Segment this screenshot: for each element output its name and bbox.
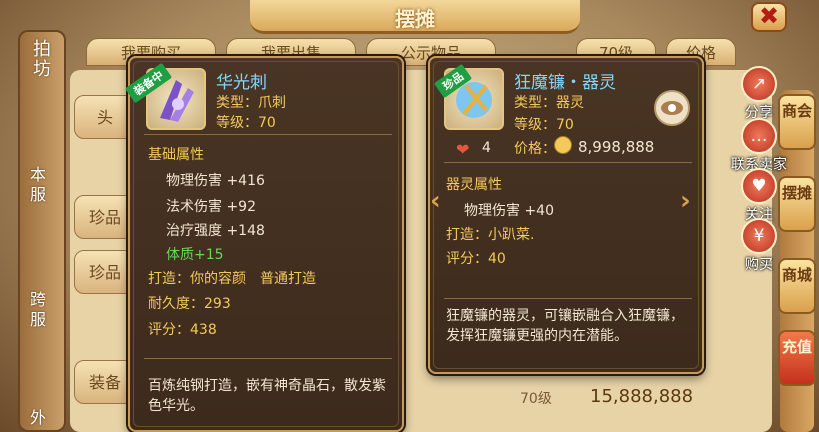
attr-bonus: 体质+15 [166,247,224,263]
price-label: 价格： [514,141,556,157]
equipped-item-panel: 装备中 华光刺 类型：爪刺 等级：70 基础属性 物理伤害 +416 法术伤害 … [124,56,404,432]
divider [444,298,692,299]
list-item[interactable]: 70级 15,888,888 [410,380,750,420]
durability: 耐久度：293 [148,296,231,312]
heart-icon: ❤ [456,140,470,159]
item-description: 狂魔镰的器灵，可镶嵌融合入狂魔镰，发挥狂魔镰更强的内在潜能。 [446,308,684,344]
market-item-panel: 珍品 狂魔镰・器灵 类型：器灵 等级：70 ❤ 4 价格： 8,998,888 … [428,56,704,374]
like-count: 4 [482,140,491,156]
item-name: 华光刺 [216,73,267,93]
contact-seller-button[interactable]: … 联系卖家 [731,118,787,174]
item-level: 等级：70 [216,115,276,131]
item-type: 类型：器灵 [514,95,584,111]
tab-server-local[interactable]: 本服 [26,165,50,205]
item-name: 狂魔镰・器灵 [514,73,616,93]
heart-icon: ♥ [741,168,777,204]
left-rail [18,30,66,432]
coin-icon [554,136,572,154]
attr-physical: 物理伤害 +416 [166,173,265,189]
section-title: 器灵属性 [446,177,502,193]
item-type: 类型：爪刺 [216,95,286,111]
divider [144,134,392,135]
tab-server-cross[interactable]: 跨服 [26,290,50,330]
attr-magic: 法术伤害 +92 [166,199,256,215]
share-button[interactable]: ↗ 分享 [737,66,781,122]
buy-button[interactable]: ¥ 购买 [737,218,781,274]
chat-icon: … [741,118,777,154]
close-button[interactable]: ✖ [751,2,787,32]
item-description: 百炼纯钢打造，嵌有神奇晶石，散发紫色华光。 [148,378,386,414]
attr-physical: 物理伤害 +40 [464,203,554,219]
divider [144,358,392,359]
score: 评分：438 [148,322,217,338]
attr-heal: 治疗强度 +148 [166,223,265,239]
score: 评分：40 [446,251,506,267]
divider [444,162,692,163]
category-item[interactable]: 珍品 [74,250,136,294]
category-item[interactable]: 头 [74,95,136,139]
craft-info: 打造：小趴菜. [446,227,535,243]
eye-icon[interactable] [654,90,690,126]
follow-button[interactable]: ♥ 关注 [737,168,781,224]
section-title: 基础属性 [148,147,204,163]
row-level: 70级 [520,391,552,407]
price-value: 8,998,888 [578,138,655,156]
category-item[interactable]: 装备 [74,360,136,404]
category-item[interactable]: 珍品 [74,195,136,239]
tab-other[interactable]: 外 [26,408,50,428]
prev-arrow-icon[interactable]: ‹ [430,186,441,216]
row-price: 15,888,888 [590,386,694,407]
page-title: 摆摊 [395,7,435,31]
rail-title: 拍坊 [33,39,51,80]
buy-label: 购买 [745,257,773,273]
buy-icon: ¥ [741,218,777,254]
share-icon: ↗ [741,66,777,102]
craft-info: 打造：你的容颜 普通打造 [148,271,316,287]
next-arrow-icon[interactable]: › [680,186,691,216]
item-level: 等级：70 [514,117,574,133]
recharge-button[interactable]: 充值 [778,330,816,386]
